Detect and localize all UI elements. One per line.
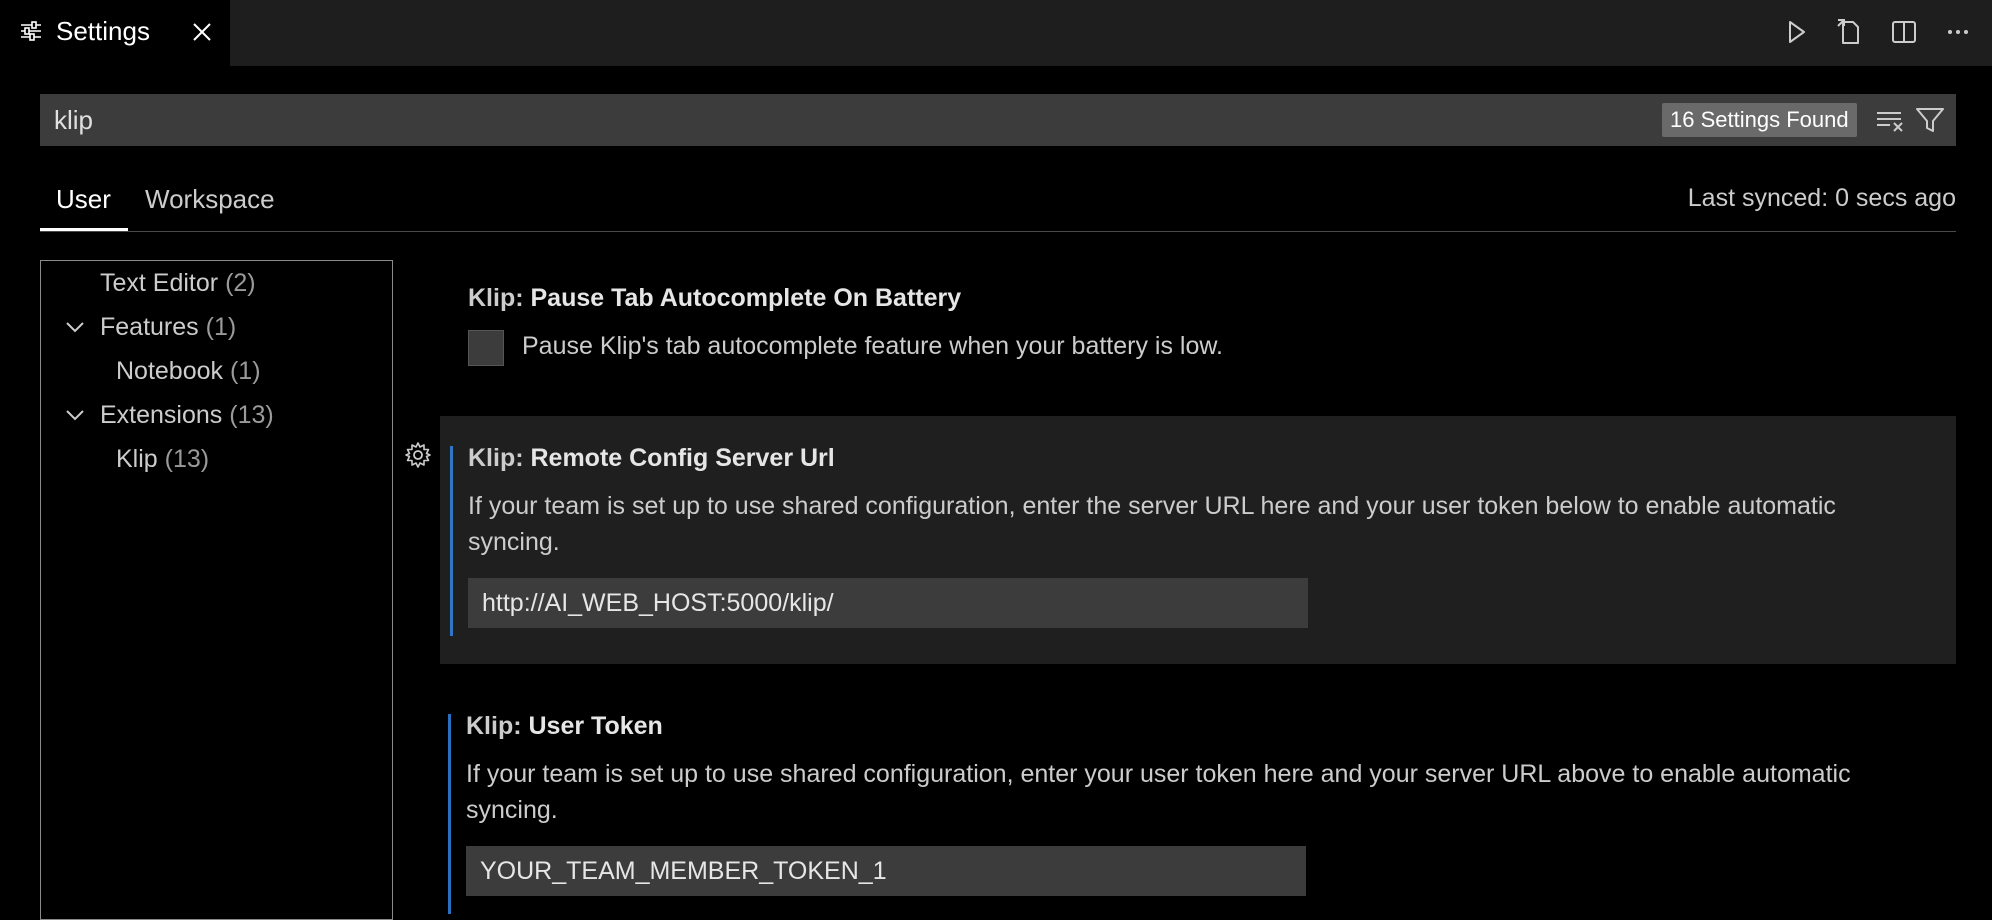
toc-item-extensions[interactable]: Extensions (13) bbox=[100, 401, 274, 430]
open-json-icon[interactable] bbox=[1834, 16, 1866, 48]
editor-actions bbox=[1780, 16, 1974, 48]
settings-tab[interactable]: Settings bbox=[0, 0, 230, 66]
user-token-input[interactable] bbox=[466, 846, 1306, 896]
tab-label: Settings bbox=[56, 16, 150, 46]
settings-search-input[interactable] bbox=[40, 94, 1640, 146]
setting-title: Klip: Remote Config Server Url bbox=[468, 444, 835, 472]
setting-description: Pause Klip's tab autocomplete feature wh… bbox=[522, 332, 1224, 360]
modified-indicator bbox=[450, 446, 453, 636]
active-tab-underline bbox=[40, 228, 128, 231]
toc-item-count: (13) bbox=[164, 445, 210, 473]
toc-item-label: Features bbox=[100, 313, 199, 341]
settings-scope-tabs: User Workspace Last synced: 0 secs ago bbox=[40, 180, 1956, 232]
toc-item-label: Notebook bbox=[116, 357, 224, 385]
setting-title: Klip: User Token bbox=[466, 712, 663, 740]
setting-description: If your team is set up to use shared con… bbox=[466, 760, 1851, 824]
run-icon[interactable] bbox=[1780, 16, 1812, 48]
setting-checkbox[interactable] bbox=[468, 330, 504, 366]
settings-sliders-icon bbox=[20, 20, 42, 42]
results-count-badge: 16 Settings Found bbox=[1662, 103, 1857, 137]
clear-search-icon[interactable] bbox=[1874, 104, 1906, 136]
editor-tab-bar: Settings bbox=[0, 0, 1992, 66]
toc-item-count: (13) bbox=[229, 401, 274, 429]
toc-item-features[interactable]: Features (1) bbox=[100, 313, 236, 342]
toc-item-text-editor[interactable]: Text Editor (2) bbox=[100, 269, 256, 298]
last-synced-status: Last synced: 0 secs ago bbox=[1687, 184, 1956, 212]
setting-description: If your team is set up to use shared con… bbox=[468, 492, 1836, 556]
tab-workspace[interactable]: Workspace bbox=[145, 184, 275, 215]
filter-icon[interactable] bbox=[1914, 104, 1946, 136]
toc-item-klip[interactable]: Klip (13) bbox=[116, 445, 209, 474]
tab-user[interactable]: User bbox=[56, 184, 111, 215]
settings-toc: Text Editor (2) Features (1) Notebook (1… bbox=[40, 260, 393, 920]
modified-indicator bbox=[448, 714, 451, 914]
toc-item-count: (2) bbox=[225, 269, 256, 297]
chevron-down-icon[interactable] bbox=[64, 316, 86, 338]
toc-item-notebook[interactable]: Notebook (1) bbox=[116, 357, 261, 386]
toc-item-label: Extensions bbox=[100, 401, 223, 429]
settings-list: Klip: Pause Tab Autocomplete On Battery … bbox=[440, 260, 1956, 914]
split-editor-icon[interactable] bbox=[1888, 16, 1920, 48]
more-actions-icon[interactable] bbox=[1942, 16, 1974, 48]
chevron-down-icon[interactable] bbox=[64, 404, 86, 426]
settings-search-box: 16 Settings Found bbox=[40, 94, 1956, 146]
toc-item-count: (1) bbox=[229, 357, 261, 385]
setting-title: Klip: Pause Tab Autocomplete On Battery bbox=[468, 284, 962, 312]
server-url-input[interactable] bbox=[468, 578, 1308, 628]
toc-item-label: Text Editor bbox=[100, 269, 219, 297]
gear-icon[interactable] bbox=[403, 440, 433, 470]
toc-item-count: (1) bbox=[205, 313, 237, 341]
close-icon[interactable] bbox=[190, 20, 214, 44]
toc-item-label: Klip bbox=[116, 445, 158, 473]
